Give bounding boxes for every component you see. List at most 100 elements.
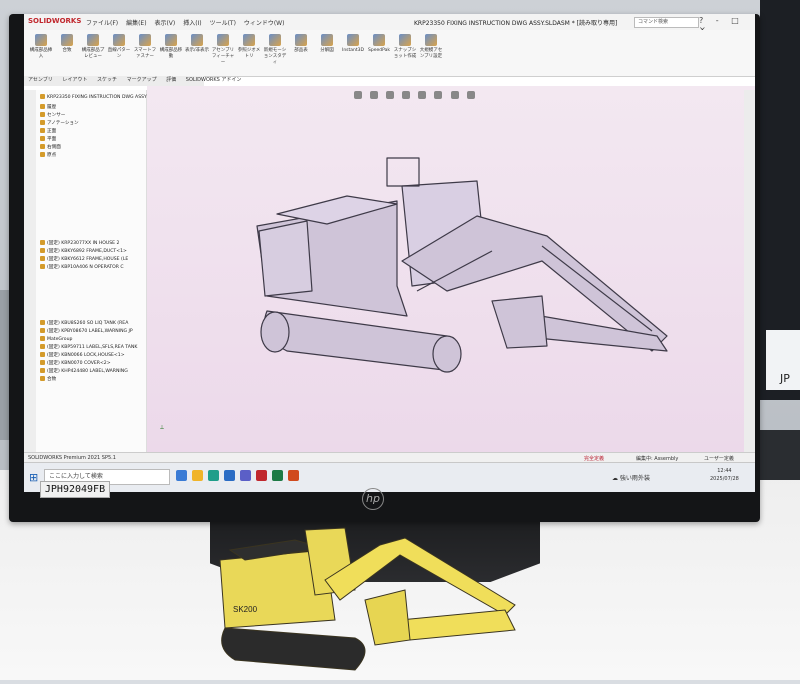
previous-view-icon[interactable] bbox=[386, 91, 395, 99]
tree-item[interactable]: センサー bbox=[40, 112, 65, 118]
teams-icon[interactable] bbox=[240, 470, 251, 481]
powerpoint-icon[interactable] bbox=[288, 470, 299, 481]
tree-item[interactable]: 履歴 bbox=[40, 104, 56, 110]
file-explorer-icon[interactable] bbox=[192, 470, 203, 481]
menu-bar: ファイル(F) 編集(E) 表示(V) 挿入(I) ツール(T) ウィンドウ(W… bbox=[86, 18, 290, 27]
tree-item[interactable]: (固定) KBKY6892 FRAME,DUCT<1> bbox=[40, 248, 127, 254]
status-units[interactable]: ユーザー定義 bbox=[704, 455, 734, 462]
tree-item[interactable]: (固定) KBP10A406 N OPERATOR C bbox=[40, 264, 124, 270]
windows-start-icon[interactable]: ⊞ bbox=[29, 471, 38, 484]
toy-bucket bbox=[364, 589, 411, 646]
task-pane-tabs[interactable] bbox=[744, 90, 755, 452]
tree-item[interactable]: 右側面 bbox=[40, 144, 61, 150]
ribbon-instant3d-button[interactable]: Instant3D bbox=[340, 34, 366, 54]
ribbon-preview-button[interactable]: 構成部品プレビュー bbox=[80, 34, 106, 60]
edge-browser-icon[interactable] bbox=[208, 470, 219, 481]
hp-logo: hp bbox=[362, 488, 384, 510]
menu-window[interactable]: ウィンドウ(W) bbox=[244, 20, 285, 27]
section-view-icon[interactable] bbox=[402, 91, 411, 99]
heads-up-view-toolbar[interactable] bbox=[354, 84, 504, 99]
windows-taskbar: ⊞ ここに入力して検索 ☁ 強い雨外装 12:44 2025/07/28 bbox=[24, 462, 755, 492]
tree-item[interactable]: (固定) KPBY08670 LABEL,WARNING JP bbox=[40, 328, 133, 334]
menu-view[interactable]: 表示(V) bbox=[154, 20, 175, 27]
main-monitor: SOLIDWORKS ファイル(F) 編集(E) 表示(V) 挿入(I) ツール… bbox=[9, 14, 760, 522]
annotation-icon bbox=[40, 120, 45, 125]
sensor-icon bbox=[40, 112, 45, 117]
ribbon-show-hide-button[interactable]: 表示/非表示 bbox=[184, 34, 210, 54]
menu-edit[interactable]: 編集(E) bbox=[126, 20, 146, 27]
large-assembly-icon bbox=[425, 34, 437, 46]
task-view-icon[interactable] bbox=[176, 470, 187, 481]
ribbon-motion-study-button[interactable]: 新規モーションスタディ bbox=[262, 34, 288, 66]
part-icon bbox=[40, 360, 45, 365]
tab-assembly[interactable]: アセンブリ bbox=[28, 77, 53, 83]
tree-item[interactable]: (固定) KBKY6612 FRAME,HOUSE (LE bbox=[40, 256, 128, 262]
ribbon-exploded-view-button[interactable]: 分解図 bbox=[314, 34, 340, 54]
ribbon-large-assembly-button[interactable]: 大規模アセンブリ設定 bbox=[418, 34, 444, 60]
clock-date: 2025/07/28 bbox=[710, 476, 739, 482]
tree-item[interactable]: KRP23350 FIXING INSTRUCTION DWG ASSY bbox=[40, 94, 147, 100]
arm-cylinder bbox=[541, 245, 653, 332]
tree-item[interactable]: (固定) KBN0070 COVER<2> bbox=[40, 360, 111, 366]
ribbon-insert-component-button[interactable]: 構成部品挿入 bbox=[28, 34, 54, 60]
tab-markup[interactable]: マークアップ bbox=[127, 77, 157, 83]
menu-file[interactable]: ファイル(F) bbox=[86, 20, 118, 27]
tree-item[interactable]: (固定) KBP59711 LABEL,SFLS,REA TANK bbox=[40, 344, 137, 350]
tree-item[interactable]: 合致 bbox=[40, 376, 56, 382]
outlook-icon[interactable] bbox=[224, 470, 235, 481]
view-orientation-icon[interactable] bbox=[418, 91, 427, 99]
menu-tools[interactable]: ツール(T) bbox=[210, 20, 236, 27]
ribbon-bom-button[interactable]: 部品表 bbox=[288, 34, 314, 54]
status-mode: 編集中: Assembly bbox=[636, 456, 679, 462]
tab-evaluate[interactable]: 評価 bbox=[166, 77, 176, 83]
feature-manager-tree: KRP23350 FIXING INSTRUCTION DWG ASSY 履歴 … bbox=[36, 90, 147, 452]
tree-item[interactable]: 平面 bbox=[40, 136, 56, 142]
snapshot-icon bbox=[399, 34, 411, 46]
tab-layout[interactable]: レイアウト bbox=[62, 77, 87, 83]
toy-arm bbox=[399, 609, 516, 641]
plane-icon bbox=[40, 136, 45, 141]
weather-widget[interactable]: ☁ 強い雨外装 bbox=[612, 473, 650, 482]
part-icon bbox=[40, 240, 45, 245]
ribbon-smart-fastener-button[interactable]: スマートファスナー bbox=[132, 34, 158, 60]
move-component-icon bbox=[165, 34, 177, 46]
appearance-icon[interactable] bbox=[466, 91, 475, 99]
zoom-to-fit-icon[interactable] bbox=[354, 91, 362, 99]
part-icon bbox=[40, 344, 45, 349]
tree-item[interactable]: (固定) KBU8S260 SO LIQ TANK (REA bbox=[40, 320, 128, 326]
tree-item[interactable]: 原点 bbox=[40, 152, 56, 158]
ribbon-snapshot-button[interactable]: スナップショット作成 bbox=[392, 34, 418, 60]
ribbon-mate-button[interactable]: 合致 bbox=[54, 34, 80, 54]
ribbon-speedpak-button[interactable]: SpeedPak bbox=[366, 34, 392, 54]
part-icon bbox=[40, 352, 45, 357]
second-monitor-label: JP bbox=[780, 372, 790, 385]
ribbon-assembly-features-button[interactable]: アセンブリフィーチャー bbox=[210, 34, 236, 66]
tree-item[interactable]: 正面 bbox=[40, 128, 56, 134]
menu-insert[interactable]: 挿入(I) bbox=[183, 20, 201, 27]
plane-icon bbox=[40, 128, 45, 133]
hide-show-icon[interactable] bbox=[450, 91, 459, 99]
tree-item[interactable]: MateGroup bbox=[40, 336, 72, 342]
status-definition: 完全定義 bbox=[584, 456, 605, 462]
command-manager-ribbon: 構成部品挿入 合致 構成部品プレビュー 直線パターン スマートファスナー 構成部… bbox=[24, 30, 755, 77]
bucket bbox=[491, 295, 548, 349]
display-style-icon[interactable] bbox=[434, 91, 443, 99]
tree-item[interactable]: (固定) KRP23077XX IN HOUSE 2 bbox=[40, 240, 119, 246]
tab-sketch[interactable]: スケッチ bbox=[97, 77, 117, 83]
command-search-input[interactable]: コマンド検索 bbox=[634, 17, 699, 28]
smart-fastener-icon bbox=[139, 34, 151, 46]
asset-tag-label: JPH92049FB bbox=[40, 481, 110, 498]
taskbar-clock[interactable]: 12:44 2025/07/28 bbox=[710, 467, 739, 483]
ribbon-move-component-button[interactable]: 構成部品移動 bbox=[158, 34, 184, 60]
ribbon-reference-geometry-button[interactable]: 参照ジオメトリ bbox=[236, 34, 262, 60]
tab-addins[interactable]: SOLIDWORKS アドイン bbox=[186, 77, 242, 83]
tree-item[interactable]: (固定) KHP424480 LABEL,WARNING bbox=[40, 368, 128, 374]
ribbon-linear-pattern-button[interactable]: 直線パターン bbox=[106, 34, 132, 60]
solidworks-taskbar-icon[interactable] bbox=[256, 470, 267, 481]
tree-item[interactable]: (固定) KBN0066 LOCK,HOUSE<1> bbox=[40, 352, 125, 358]
zoom-area-icon[interactable] bbox=[370, 91, 379, 99]
part-icon bbox=[40, 368, 45, 373]
graphics-viewport[interactable] bbox=[147, 86, 755, 452]
tree-item[interactable]: アノテーション bbox=[40, 120, 79, 126]
excel-icon[interactable] bbox=[272, 470, 283, 481]
